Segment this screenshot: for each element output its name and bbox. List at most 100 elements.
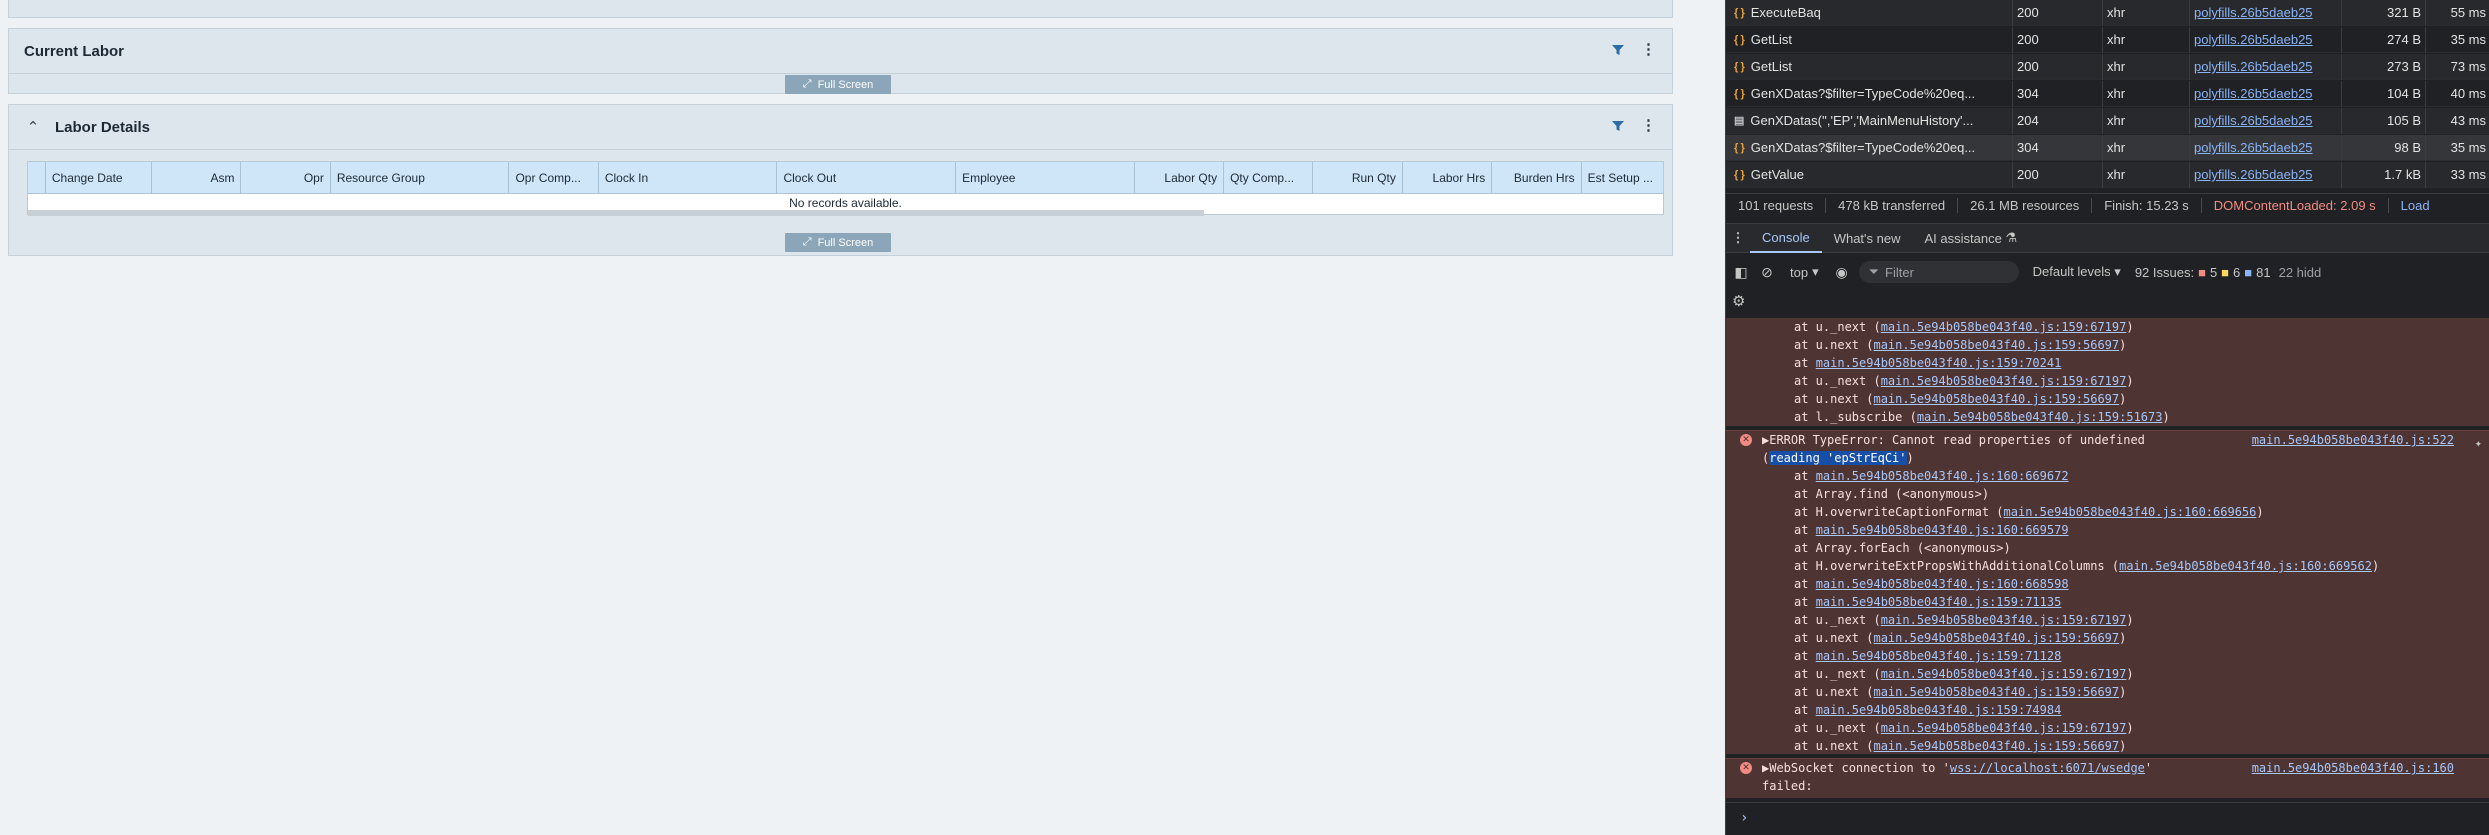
column-header[interactable]: Run Qty [1313, 162, 1403, 194]
column-header[interactable]: Opr Comp... [509, 162, 599, 194]
xhr-icon: { } [1734, 141, 1745, 154]
levels-label: Default levels [2032, 264, 2111, 279]
current-labor-fullscreen-button[interactable]: ⤢ Full Screen [785, 75, 891, 94]
tab-ai-assistance[interactable]: AI assistance ⚗ [1913, 223, 2030, 253]
request-type: xhr [2103, 26, 2190, 53]
stack-frame: at u._next (main.5e94b058be043f40.js:159… [1726, 665, 2489, 683]
request-initiator-link[interactable]: polyfills.26b5daeb25 [2190, 80, 2342, 107]
console-filter-input[interactable]: ⏷ Filter [1858, 261, 2019, 283]
stack-frame-link[interactable]: main.5e94b058be043f40.js:159:70241 [1816, 356, 2062, 370]
sidebar-toggle-icon[interactable]: ◧ [1732, 263, 1750, 281]
network-row[interactable]: { } GenXDatas?$filter=TypeCode%20eq... 30… [1726, 134, 2489, 161]
stack-frame-link[interactable]: main.5e94b058be043f40.js:159:71135 [1816, 595, 2062, 609]
clear-console-icon[interactable]: ⊘ [1758, 263, 1776, 281]
stack-frame-link[interactable]: main.5e94b058be043f40.js:159:56697 [1873, 631, 2119, 645]
column-header[interactable]: Change Date [46, 162, 153, 194]
network-row[interactable]: { } GenXDatas?$filter=TypeCode%20eq... 30… [1726, 80, 2489, 107]
websocket-url-link[interactable]: wss://localhost:6071/wsedge [1950, 761, 2145, 775]
lightbulb-icon[interactable]: ✦ [2475, 434, 2482, 452]
stack-frame-link[interactable]: main.5e94b058be043f40.js:160:669562 [2119, 559, 2372, 573]
stack-frame-link[interactable]: main.5e94b058be043f40.js:159:56697 [1873, 338, 2119, 352]
stack-frame-link[interactable]: main.5e94b058be043f40.js:159:56697 [1873, 685, 2119, 699]
current-labor-header[interactable]: Current Labor ⋮ [9, 29, 1672, 73]
console-toolbar: ◧ ⊘ top ▾ ◉ ⏷ Filter Default levels ▾ 92 I… [1726, 256, 2489, 288]
stack-frame-link[interactable]: main.5e94b058be043f40.js:160:669656 [2004, 505, 2257, 519]
stack-frame-link[interactable]: main.5e94b058be043f40.js:160:669579 [1816, 523, 2069, 537]
request-initiator-link[interactable]: polyfills.26b5daeb25 [2190, 161, 2342, 188]
column-header[interactable]: Asm [152, 162, 242, 194]
filter-icon[interactable] [1611, 119, 1625, 133]
stack-frame-link[interactable]: main.5e94b058be043f40.js:159:74984 [1816, 703, 2062, 717]
error-source-link[interactable]: main.5e94b058be043f40.js:160 [2252, 759, 2454, 777]
error-headline[interactable]: ✕ ▶ERROR TypeError: Cannot read properti… [1726, 431, 2489, 452]
issues-counter[interactable]: 92 Issues: ■ 5 ■ 6 ■ 81 [2135, 265, 2271, 280]
horizontal-scrollbar[interactable] [28, 210, 1204, 216]
request-initiator-link[interactable]: polyfills.26b5daeb25 [2190, 0, 2342, 26]
request-initiator-link[interactable]: polyfills.26b5daeb25 [2190, 107, 2342, 134]
stack-frame-link[interactable]: main.5e94b058be043f40.js:159:67197 [1881, 320, 2127, 334]
console-error-message[interactable]: ✕ ▶WebSocket connection to 'wss://localh… [1726, 758, 2489, 798]
request-time: 35 ms [2450, 140, 2486, 155]
request-size: 104 B [2342, 80, 2426, 107]
drawer-menu-icon[interactable]: ⋮ [1726, 230, 1750, 246]
live-expression-eye-icon[interactable]: ◉ [1833, 263, 1851, 281]
stack-frame-link[interactable]: main.5e94b058be043f40.js:159:67197 [1881, 667, 2127, 681]
request-initiator-link[interactable]: polyfills.26b5daeb25 [2190, 26, 2342, 53]
labor-details-header[interactable]: ⌃ Labor Details ⋮ [9, 105, 1672, 149]
column-header[interactable]: Labor Qty [1135, 162, 1225, 194]
request-initiator-link[interactable]: polyfills.26b5daeb25 [2190, 53, 2342, 80]
request-time: 43 ms [2450, 113, 2486, 128]
column-header[interactable]: Opr [241, 162, 331, 194]
error-headline[interactable]: ✕ ▶WebSocket connection to 'wss://localh… [1726, 759, 2489, 777]
drawer-tab-bar: ⋮ Console What's new AI assistance ⚗ [1726, 223, 2489, 253]
network-row[interactable]: ▤ GenXDatas('','EP','MainMenuHistory'... … [1726, 107, 2489, 134]
stack-frame-link[interactable]: main.5e94b058be043f40.js:159:67197 [1881, 613, 2127, 627]
stack-frame-link[interactable]: main.5e94b058be043f40.js:160:668598 [1816, 577, 2069, 591]
request-initiator-link[interactable]: polyfills.26b5daeb25 [2190, 134, 2342, 161]
network-row[interactable]: { } GetList 200 xhr polyfills.26b5daeb25 … [1726, 53, 2489, 80]
column-header[interactable]: Employee [956, 162, 1135, 194]
dom-content-loaded: DOMContentLoaded: 2.09 s [2202, 198, 2389, 213]
stack-frame: at main.5e94b058be043f40.js:160:669672 [1726, 467, 2489, 485]
stack-frame: at u._next (main.5e94b058be043f40.js:159… [1726, 372, 2489, 390]
stack-frame: at Array.forEach (<anonymous>) [1726, 539, 2489, 557]
filter-icon[interactable] [1611, 43, 1625, 57]
current-labor-panel: Current Labor ⋮ ⤢ Full Screen [8, 28, 1673, 94]
chevron-up-icon[interactable]: ⌃ [23, 118, 43, 136]
tab-whats-new[interactable]: What's new [1822, 223, 1913, 253]
column-header[interactable]: Burden Hrs [1492, 162, 1582, 194]
stack-frame: at u.next (main.5e94b058be043f40.js:159:… [1726, 629, 2489, 647]
stack-frame-link[interactable]: main.5e94b058be043f40.js:159:67197 [1881, 721, 2127, 735]
network-row[interactable]: { } ExecuteBaq 200 xhr polyfills.26b5daeb… [1726, 0, 2489, 26]
console-settings-gear-icon[interactable]: ⚙ [1732, 292, 1752, 312]
row-selector-header[interactable] [28, 162, 46, 194]
console-prompt-input[interactable]: › [1726, 802, 2489, 835]
column-header[interactable]: Labor Hrs [1403, 162, 1493, 194]
stack-frame-link[interactable]: main.5e94b058be043f40.js:159:51673 [1917, 410, 2163, 424]
console-error-message[interactable]: ✕ ▶ERROR TypeError: Cannot read properti… [1726, 430, 2489, 754]
stack-frame-link[interactable]: main.5e94b058be043f40.js:159:56697 [1873, 392, 2119, 406]
labor-details-fullscreen-button[interactable]: ⤢ Full Screen [785, 233, 891, 252]
network-row[interactable]: { } GetValue 200 xhr polyfills.26b5daeb25… [1726, 161, 2489, 188]
column-header[interactable]: Resource Group [331, 162, 510, 194]
network-row[interactable]: { } GetList 200 xhr polyfills.26b5daeb25 … [1726, 26, 2489, 53]
tab-console[interactable]: Console [1750, 223, 1822, 253]
kebab-menu-icon[interactable]: ⋮ [1641, 42, 1656, 57]
stack-frame-text: at u.next ( [1794, 685, 1874, 699]
column-header[interactable]: Qty Comp... [1224, 162, 1314, 194]
stack-frame-link[interactable]: main.5e94b058be043f40.js:159:56697 [1873, 739, 2119, 753]
stack-frame-link[interactable]: main.5e94b058be043f40.js:159:67197 [1881, 374, 2127, 388]
stack-frame-text: at [1794, 523, 1816, 537]
column-header[interactable]: Clock In [599, 162, 778, 194]
stack-frame-text: ) [2119, 392, 2127, 406]
stack-frame-link[interactable]: main.5e94b058be043f40.js:160:669672 [1816, 469, 2069, 483]
context-selector[interactable]: top ▾ [1784, 264, 1825, 280]
kebab-menu-icon[interactable]: ⋮ [1641, 118, 1656, 133]
stack-frame-link[interactable]: main.5e94b058be043f40.js:159:71128 [1816, 649, 2062, 663]
stack-frame: at H.overwriteCaptionFormat (main.5e94b0… [1726, 503, 2489, 521]
log-levels-dropdown[interactable]: Default levels ▾ [2027, 264, 2127, 280]
error-source-link[interactable]: main.5e94b058be043f40.js:522 [2252, 431, 2454, 449]
column-header[interactable]: Est Setup ... [1582, 162, 1663, 194]
request-status: 200 [2013, 0, 2103, 26]
column-header[interactable]: Clock Out [777, 162, 957, 194]
